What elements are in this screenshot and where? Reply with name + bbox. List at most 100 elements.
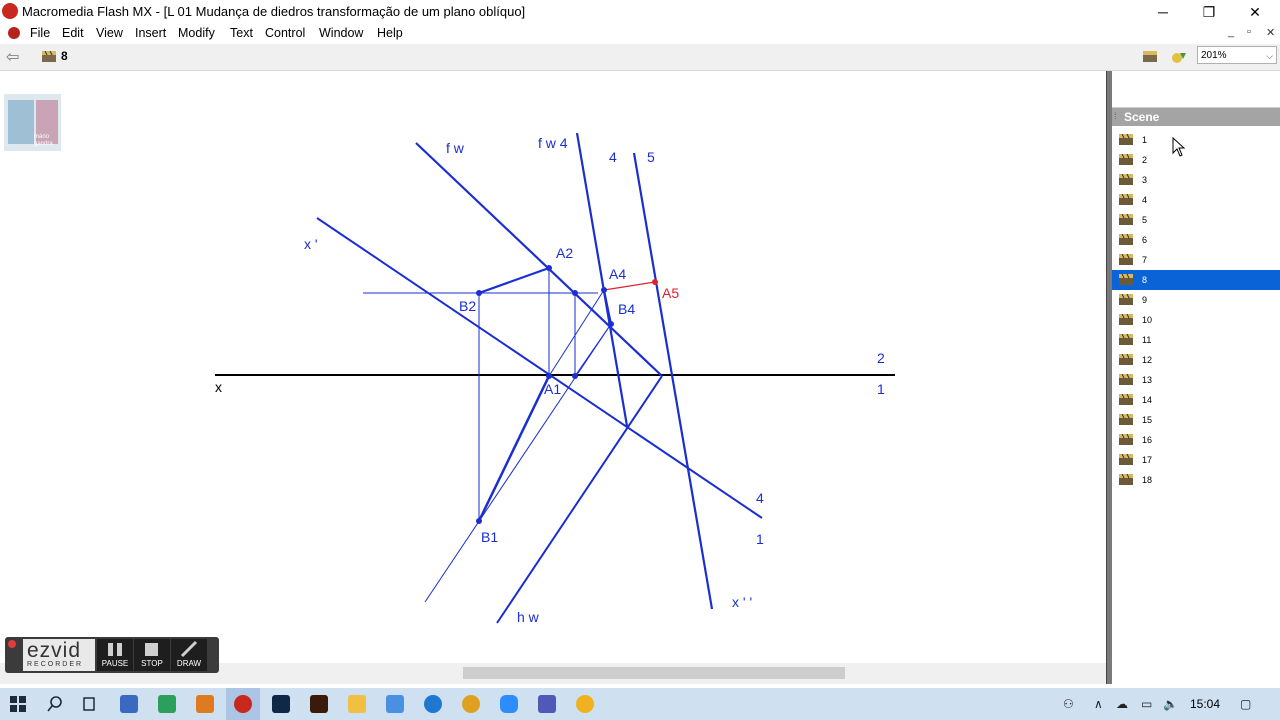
label-a1: A1	[544, 381, 561, 397]
clock[interactable]: 15:04	[1190, 697, 1220, 711]
scene-clapper-icon	[1119, 134, 1133, 145]
app-blue-icon[interactable]	[386, 695, 404, 713]
doc-close-button[interactable]: ✕	[1266, 26, 1275, 39]
illustrator-icon[interactable]	[310, 695, 328, 713]
current-scene-label: 8	[61, 49, 68, 63]
scene-item-4[interactable]: 4	[1112, 190, 1280, 210]
label-xprime: x '	[304, 236, 318, 252]
back-arrow-icon[interactable]: ⇦	[6, 47, 19, 67]
menu-file[interactable]: File	[30, 26, 50, 40]
scene-clapper-icon	[1119, 414, 1133, 425]
people-icon[interactable]: ⚇	[1063, 697, 1074, 711]
scene-clapper-icon	[1119, 434, 1133, 445]
point-a2	[546, 265, 552, 271]
menu-control[interactable]: Control	[265, 26, 305, 40]
zoom-select[interactable]: 201% ⌵	[1197, 46, 1277, 64]
scene-item-10[interactable]: 10	[1112, 310, 1280, 330]
notifications-icon[interactable]: ▢	[1240, 697, 1251, 711]
grip-icon[interactable]: ⁞	[1114, 111, 1117, 121]
scene-item-15[interactable]: 15	[1112, 410, 1280, 430]
pause-button[interactable]: PAUSE	[97, 639, 133, 671]
scene-item-7[interactable]: 7	[1112, 250, 1280, 270]
volume-icon[interactable]: 🔈	[1163, 697, 1178, 711]
scene-item-2[interactable]: 2	[1112, 150, 1280, 170]
scene-item-label: 14	[1142, 395, 1153, 405]
task-view-icon[interactable]	[80, 695, 98, 713]
edge-icon[interactable]	[424, 695, 442, 713]
doc-minimize-button[interactable]: _	[1228, 26, 1234, 38]
windows-start-icon[interactable]	[9, 695, 27, 713]
edit-symbols-icon[interactable]	[1171, 50, 1187, 64]
pencil-icon	[180, 640, 198, 658]
point-a1	[546, 373, 552, 379]
pause-icon	[108, 643, 122, 656]
onedrive-icon[interactable]: ☁	[1116, 697, 1128, 711]
scene-item-17[interactable]: 17	[1112, 450, 1280, 470]
menu-view[interactable]: View	[96, 26, 123, 40]
media-player-icon[interactable]	[576, 695, 594, 713]
label-fw: f w	[446, 140, 465, 156]
label-4-top: 4	[609, 149, 617, 165]
point-b1	[476, 518, 482, 524]
stage-canvas[interactable]: mário gandra f w f w 4 4 5 x ' A2 A4 B2 …	[0, 71, 1106, 684]
scene-item-label: 8	[1142, 275, 1148, 285]
scene-item-8[interactable]: 8	[1112, 270, 1280, 290]
scene-item-label: 1	[1142, 135, 1148, 145]
scene-item-label: 11	[1142, 335, 1152, 345]
menu-modify[interactable]: Modify	[178, 26, 215, 40]
menu-bar: File Edit View Insert Modify Text Contro…	[0, 24, 1280, 44]
menu-text[interactable]: Text	[230, 26, 253, 40]
scene-clapper-icon	[1119, 254, 1133, 265]
menu-help[interactable]: Help	[377, 26, 403, 40]
scene-item-5[interactable]: 5	[1112, 210, 1280, 230]
scene-item-14[interactable]: 14	[1112, 390, 1280, 410]
app-green-icon[interactable]	[158, 695, 176, 713]
ezvid-recorder: ezvid RECORDER PAUSE STOP DRAW	[5, 637, 219, 673]
document-icon[interactable]	[8, 27, 20, 39]
scene-item-6[interactable]: 6	[1112, 230, 1280, 250]
search-icon[interactable]	[46, 695, 64, 713]
menu-insert[interactable]: Insert	[135, 26, 166, 40]
stop-button[interactable]: STOP	[134, 639, 170, 671]
file-explorer-icon[interactable]	[348, 695, 366, 713]
scene-item-3[interactable]: 3	[1112, 170, 1280, 190]
segment-a4-b4	[603, 289, 612, 325]
scrollbar-thumb[interactable]	[463, 667, 845, 679]
axis-xprime-line	[316, 217, 763, 519]
battery-icon[interactable]: ▭	[1141, 697, 1152, 711]
label-4: 4	[756, 490, 764, 506]
label-1-right: 1	[877, 381, 885, 397]
minimize-button[interactable]: ─	[1140, 0, 1186, 24]
menu-edit[interactable]: Edit	[62, 26, 84, 40]
scene-item-1[interactable]: 1	[1112, 130, 1280, 150]
scene-item-9[interactable]: 9	[1112, 290, 1280, 310]
draw-button[interactable]: DRAW	[171, 639, 207, 671]
photoshop-icon[interactable]	[272, 695, 290, 713]
restore-button[interactable]: ❐	[1186, 0, 1232, 24]
flash-taskbar-active[interactable]	[226, 688, 260, 720]
scene-clapper-icon	[42, 51, 56, 62]
doc-restore-button[interactable]: ▫	[1247, 26, 1251, 38]
scene-item-18[interactable]: 18	[1112, 470, 1280, 490]
chevron-down-icon: ⌵	[1266, 51, 1273, 61]
store-icon[interactable]	[120, 695, 138, 713]
close-button[interactable]: ✕	[1232, 0, 1278, 24]
stop-icon	[145, 643, 158, 656]
chevron-up-icon[interactable]: ∧	[1094, 697, 1103, 711]
scene-item-label: 18	[1142, 475, 1153, 485]
zoom-icon[interactable]	[500, 695, 518, 713]
office-icon[interactable]	[196, 695, 214, 713]
scene-item-11[interactable]: 11	[1112, 330, 1280, 350]
scene-item-12[interactable]: 12	[1112, 350, 1280, 370]
title-bar: Macromedia Flash MX - [L 01 Mudança de d…	[0, 0, 1280, 24]
scene-clapper-icon	[1119, 154, 1133, 165]
scene-item-16[interactable]: 16	[1112, 430, 1280, 450]
teams-icon[interactable]	[538, 695, 556, 713]
menu-window[interactable]: Window	[319, 26, 363, 40]
chrome-icon[interactable]	[462, 695, 480, 713]
scene-item-13[interactable]: 13	[1112, 370, 1280, 390]
edit-scene-icon[interactable]	[1143, 51, 1157, 62]
scene-clapper-icon	[1119, 314, 1133, 325]
point-c1	[572, 373, 578, 379]
scene-panel-header[interactable]: ⁞ Scene	[1112, 108, 1280, 126]
